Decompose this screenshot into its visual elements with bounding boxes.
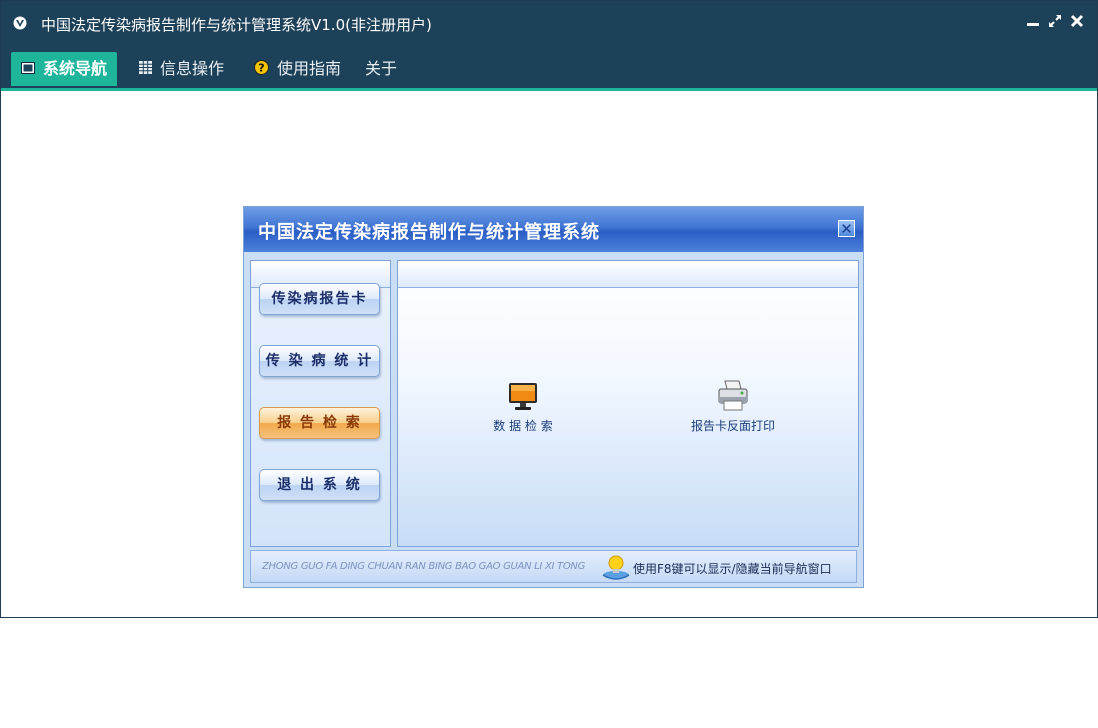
window-title: 中国法定传染病报告制作与统计管理系统V1.0(非注册用户) bbox=[41, 16, 432, 34]
function-panel: 数 据 检 索 报告卡反面打印 bbox=[397, 260, 859, 547]
left-nav-panel: 传染病报告卡 传 染 病 统 计 报 告 检 索 退 出 系 统 bbox=[250, 260, 391, 547]
restore-icon bbox=[1049, 15, 1061, 27]
menu-label: 系统导航 bbox=[43, 59, 108, 78]
app-logo-icon bbox=[13, 16, 27, 30]
infectious-disease-statistics-button[interactable]: 传 染 病 统 计 bbox=[259, 345, 380, 377]
title-bar[interactable]: 中国法定传染病报告制作与统计管理系统V1.0(非注册用户) bbox=[1, 1, 1097, 46]
dialog-title: 中国法定传染病报告制作与统计管理系统 bbox=[258, 222, 600, 243]
dialog-close-button[interactable]: ✕ bbox=[838, 220, 855, 237]
grid-icon bbox=[139, 61, 152, 74]
exit-system-button[interactable]: 退 出 系 统 bbox=[259, 469, 380, 501]
svg-text:?: ? bbox=[258, 62, 264, 75]
button-label: 报 告 检 索 bbox=[277, 415, 362, 431]
monitor-icon bbox=[509, 383, 537, 410]
minimize-icon bbox=[1027, 23, 1039, 26]
menu-system-navigation[interactable]: 系统导航 bbox=[11, 52, 118, 86]
menu-label: 使用指南 bbox=[277, 59, 342, 78]
navigation-dialog: 中国法定传染病报告制作与统计管理系统 ✕ 传染病报告卡 传 染 病 统 计 报 … bbox=[243, 206, 864, 588]
right-panel-header bbox=[398, 261, 858, 288]
footer-tip-text: 使用F8键可以显示/隐藏当前导航窗口 bbox=[633, 562, 832, 576]
printer-icon bbox=[718, 380, 748, 411]
report-search-button[interactable]: 报 告 检 索 bbox=[259, 407, 380, 439]
lightbulb-tip-icon bbox=[602, 555, 630, 580]
report-card-back-print-function[interactable]: 报告卡反面打印 bbox=[678, 377, 788, 434]
report-card-back-print-label: 报告卡反面打印 bbox=[690, 419, 775, 433]
dialog-title-bar[interactable]: 中国法定传染病报告制作与统计管理系统 ✕ bbox=[244, 207, 863, 252]
status-footer: ZHONG GUO FA DING CHUAN RAN BING BAO GAO… bbox=[250, 550, 857, 583]
close-icon: ✕ bbox=[840, 220, 853, 238]
button-label: 传 染 病 统 计 bbox=[265, 353, 374, 369]
menu-label: 关于 bbox=[365, 59, 398, 78]
menu-info-operations[interactable]: 信息操作 bbox=[139, 52, 224, 86]
close-button[interactable] bbox=[1069, 14, 1085, 32]
menu-bar: 系统导航 信息操作 ? 使用指南 关于 bbox=[1, 46, 1097, 91]
infectious-disease-report-card-button[interactable]: 传染病报告卡 bbox=[259, 283, 380, 315]
menu-label: 信息操作 bbox=[160, 59, 225, 78]
help-icon: ? bbox=[254, 60, 269, 75]
data-search-function[interactable]: 数 据 检 索 bbox=[468, 381, 578, 434]
footer-pinyin-text: ZHONG GUO FA DING CHUAN RAN BING BAO GAO… bbox=[262, 561, 586, 572]
close-icon bbox=[1070, 14, 1084, 28]
data-search-label: 数 据 检 索 bbox=[493, 419, 553, 433]
button-label: 退 出 系 统 bbox=[277, 477, 362, 493]
button-label: 传染病报告卡 bbox=[271, 291, 368, 307]
monitor-icon bbox=[21, 61, 35, 74]
minimize-button[interactable] bbox=[1025, 14, 1041, 32]
menu-user-guide[interactable]: ? 使用指南 bbox=[254, 52, 341, 86]
restore-button[interactable] bbox=[1047, 14, 1063, 32]
menu-about[interactable]: 关于 bbox=[365, 52, 397, 86]
